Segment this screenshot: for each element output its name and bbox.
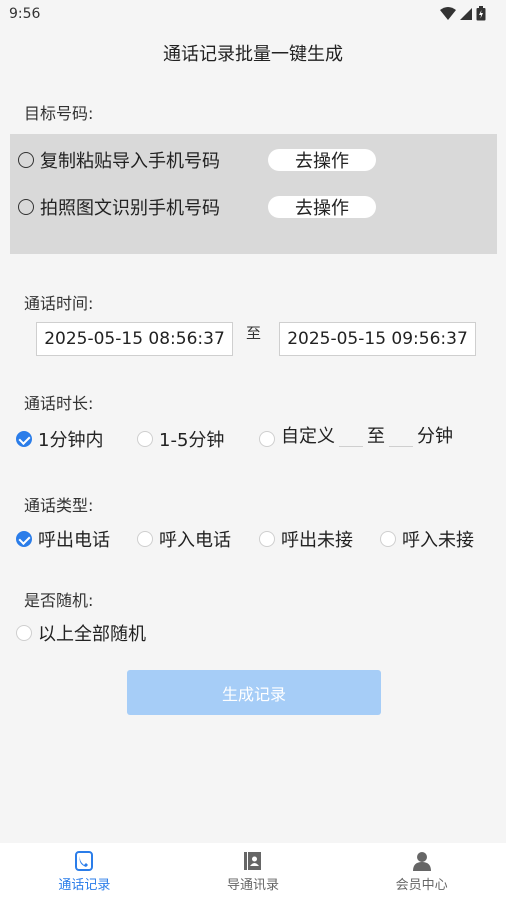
radio-checked-icon[interactable]: [16, 431, 32, 447]
status-icons: [440, 6, 486, 21]
call-type-label: 通话类型:: [24, 496, 94, 515]
custom-min-input[interactable]: [339, 423, 363, 447]
call-type-option-label: 呼入电话: [159, 530, 231, 551]
contacts-icon: [244, 851, 261, 870]
status-bar: 9:56: [0, 0, 506, 28]
tab-call-records[interactable]: 通话记录: [0, 843, 169, 900]
tab-label: 通话记录: [58, 877, 111, 893]
phone-record-icon: [75, 850, 94, 871]
call-type-outgoing-missed[interactable]: 呼出未接: [259, 526, 353, 552]
tab-contacts[interactable]: 导通讯录: [169, 843, 338, 900]
radio-icon[interactable]: [137, 431, 153, 447]
start-time-input[interactable]: 2025-05-15 08:56:37: [36, 322, 233, 356]
random-label: 是否随机:: [24, 591, 94, 610]
duration-option-label: 1-5分钟: [159, 430, 225, 451]
generate-button[interactable]: 生成记录: [127, 670, 381, 715]
call-time-label: 通话时间:: [24, 294, 94, 313]
status-time: 9:56: [9, 6, 41, 22]
custom-to-label: 至: [367, 426, 385, 447]
radio-checked-icon[interactable]: [16, 531, 32, 547]
random-all-option[interactable]: 以上全部随机: [16, 620, 146, 646]
target-panel: 复制粘贴导入手机号码 去操作 拍照图文识别手机号码 去操作: [10, 134, 497, 254]
signal-icon: [460, 7, 472, 20]
target-option-label: 拍照图文识别手机号码: [40, 198, 220, 219]
user-icon: [412, 851, 431, 871]
end-time-input[interactable]: 2025-05-15 09:56:37: [279, 322, 476, 356]
tab-label: 会员中心: [395, 877, 448, 893]
random-option-label: 以上全部随机: [38, 624, 146, 645]
page-title: 通话记录批量一键生成: [163, 44, 343, 65]
radio-icon[interactable]: [259, 431, 275, 447]
radio-icon[interactable]: [380, 531, 396, 547]
duration-option-1min[interactable]: 1分钟内: [16, 426, 103, 452]
radio-icon[interactable]: [137, 531, 153, 547]
target-option-paste[interactable]: 复制粘贴导入手机号码 去操作: [18, 147, 376, 173]
bottom-tab-bar: 通话记录 导通讯录 会员中心: [0, 843, 506, 900]
radio-circle-icon[interactable]: [18, 152, 34, 168]
paste-operate-button[interactable]: 去操作: [268, 149, 376, 172]
target-label: 目标号码:: [24, 104, 94, 123]
call-type-outgoing[interactable]: 呼出电话: [16, 526, 110, 552]
call-type-option-label: 呼出未接: [281, 530, 353, 551]
target-option-label: 复制粘贴导入手机号码: [40, 151, 220, 172]
duration-option-label: 1分钟内: [38, 430, 104, 451]
wifi-icon: [440, 6, 456, 20]
radio-icon[interactable]: [16, 625, 32, 641]
custom-unit-label: 分钟: [417, 426, 453, 447]
tab-label: 导通讯录: [227, 877, 280, 893]
tab-member-center[interactable]: 会员中心: [337, 843, 506, 900]
radio-icon[interactable]: [259, 531, 275, 547]
call-type-incoming-missed[interactable]: 呼入未接: [380, 526, 474, 552]
ocr-operate-button[interactable]: 去操作: [268, 196, 376, 219]
call-type-option-label: 呼入未接: [402, 530, 474, 551]
target-option-ocr[interactable]: 拍照图文识别手机号码 去操作: [18, 194, 376, 220]
time-to-label: 至: [246, 324, 262, 342]
battery-icon: [476, 6, 486, 21]
call-type-incoming[interactable]: 呼入电话: [137, 526, 231, 552]
duration-label: 通话时长:: [24, 394, 94, 413]
call-type-option-label: 呼出电话: [38, 530, 110, 551]
duration-option-1-5min[interactable]: 1-5分钟: [137, 426, 224, 452]
radio-circle-icon[interactable]: [18, 199, 34, 215]
custom-max-input[interactable]: [389, 423, 413, 447]
duration-option-custom[interactable]: 自定义 至 分钟: [259, 422, 453, 448]
duration-option-label: 自定义: [281, 426, 335, 447]
